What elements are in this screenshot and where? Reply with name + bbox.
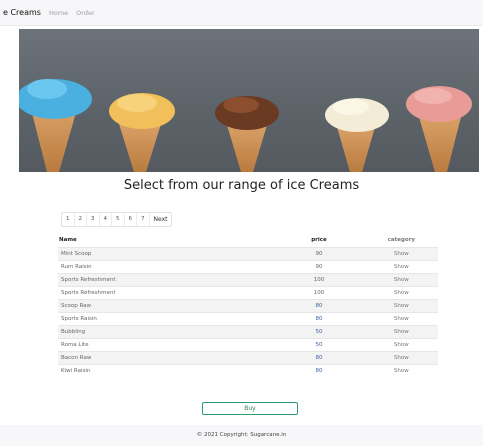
cell-category[interactable]: Show [364,364,438,377]
page-heading: Select from our range of ice Creams [123,178,360,193]
page-1[interactable]: 1 [62,213,75,226]
table-row: Kiwi Raisin 80 Show [58,364,438,377]
cell-price: 80 [273,299,365,313]
cell-price: 80 [273,351,365,365]
hero-carousel-image [19,29,479,172]
cell-name: Roma Lite [58,338,274,352]
page-3[interactable]: 3 [87,213,100,226]
ice-cream-table: Name price category Mint Scoop 90 Show Rum … [58,233,438,377]
cell-category[interactable]: Show [364,273,438,287]
cell-price: 80 [273,364,365,377]
header-name: Name [59,237,77,243]
cell-price: 90 [273,247,365,261]
cell-price: 80 [273,312,365,326]
cell-name: Kiwi Raisin [58,364,274,377]
cell-name: Bacon Raw [58,351,274,365]
cell-category[interactable]: Show [364,299,438,313]
page-5[interactable]: 5 [112,213,125,226]
header-price: price [311,237,327,243]
page-6[interactable]: 6 [125,213,137,226]
cell-price: 50 [273,338,365,352]
table-row: Rum Raisin 90 Show [58,260,438,274]
cell-category[interactable]: Show [364,286,438,300]
cell-price: 100 [273,273,365,287]
page-4[interactable]: 4 [100,213,112,226]
cell-category[interactable]: Show [364,312,438,326]
table-row: Scoop Raw 80 Show [58,299,438,313]
cell-name: Sports Raisin [58,312,274,326]
cell-name: Sports Refreshment [58,273,274,287]
cell-category[interactable]: Show [364,338,438,352]
table-row: Roma Lite 50 Show [58,338,438,352]
brand-name[interactable]: e Creams [3,8,41,17]
ice-cream-cones-illustration [19,79,472,172]
cell-price: 90 [273,260,365,274]
table-row: Bacon Raw 80 Show [58,351,438,365]
page-2[interactable]: 2 [75,213,87,226]
top-navbar: e Creams Home Order [0,0,483,26]
cell-category[interactable]: Show [364,325,438,339]
cell-name: Rum Raisin [58,260,274,274]
cell-name: Bubbling [58,325,274,339]
table-row: Sports Refreshment 100 Show [58,286,438,300]
cell-name: Scoop Raw [58,299,274,313]
table-row: Sports Raisin 80 Show [58,312,438,326]
nav-link-home[interactable]: Home [49,9,68,17]
table-row: Mint Scoop 90 Show [58,247,438,261]
table-row: Bubbling 50 Show [58,325,438,339]
footer-copyright: © 2021 Copyright: Sugarcane.in [0,425,483,446]
page-7[interactable]: 7 [137,213,150,226]
cell-category[interactable]: Show [364,247,438,261]
table-header-row: Name price category [58,233,438,248]
pagination: 1 2 3 4 5 6 7 Next [61,212,173,227]
cell-price: 50 [273,325,365,339]
nav-link-order[interactable]: Order [76,9,94,17]
cell-name: Mint Scoop [58,247,274,261]
cell-name: Sports Refreshment [58,286,274,300]
cell-category[interactable]: Show [364,260,438,274]
cell-price: 100 [273,286,365,300]
table-row: Sports Refreshment 100 Show [58,273,438,287]
cell-category[interactable]: Show [364,351,438,365]
header-category: category [387,237,416,243]
buy-button[interactable]: Buy [202,402,298,415]
page-next[interactable]: Next [150,213,172,226]
